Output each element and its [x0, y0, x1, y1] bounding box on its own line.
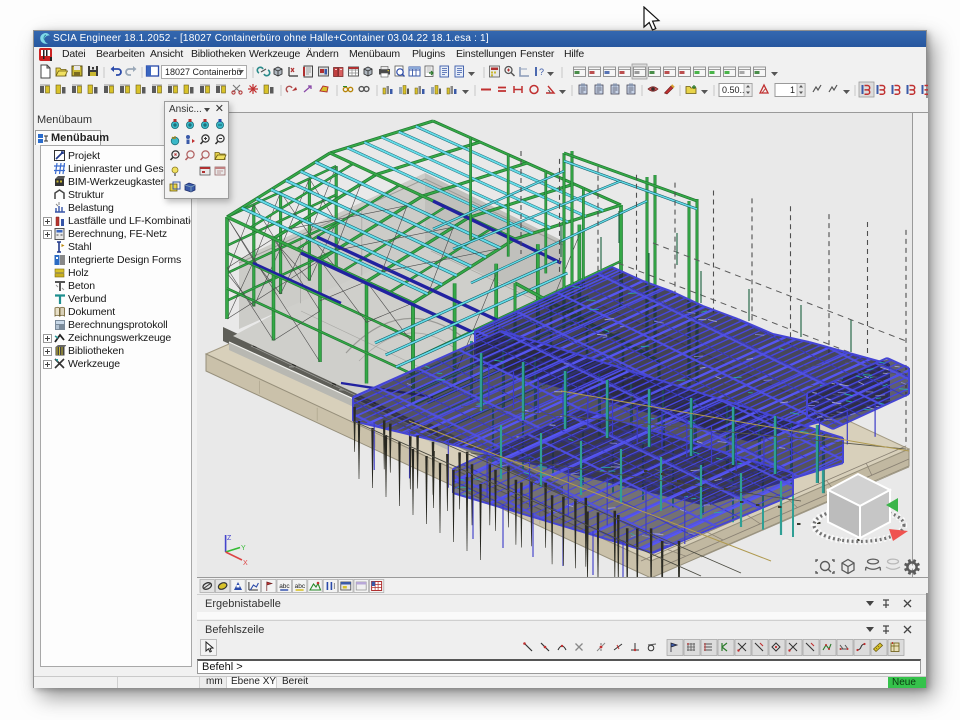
svg-text:abc: abc: [279, 583, 290, 590]
svg-text:abc: abc: [295, 583, 306, 590]
svg-text:X: X: [243, 560, 248, 567]
svg-text:Z: Z: [227, 535, 232, 542]
svg-text:0.50...: 0.50...: [722, 85, 747, 95]
svg-text:1: 1: [790, 85, 795, 95]
svg-text:Y: Y: [241, 545, 246, 552]
svg-text:?: ?: [539, 67, 544, 77]
